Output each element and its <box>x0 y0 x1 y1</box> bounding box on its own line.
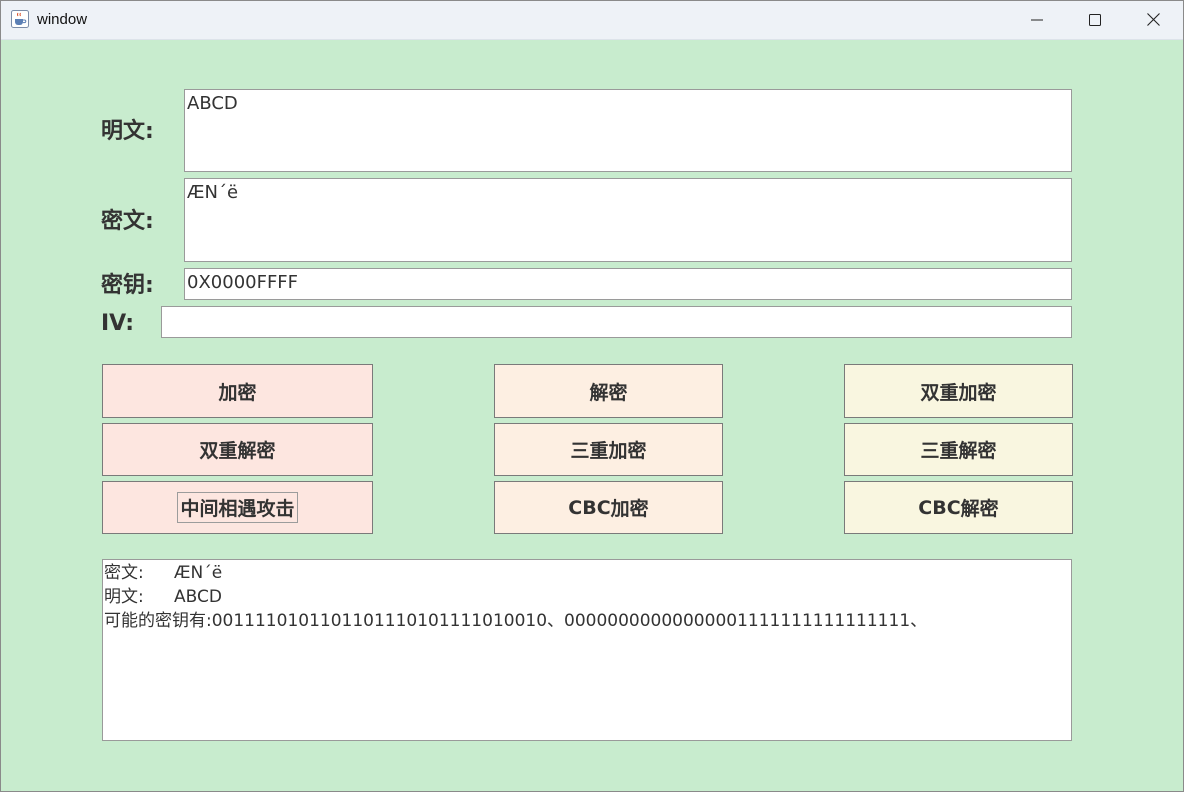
iv-field[interactable] <box>161 306 1072 338</box>
triple-decrypt-button-label: 三重解密 <box>920 440 997 462</box>
output-ciphertext-value: ÆN´ë <box>174 563 223 583</box>
app-window: window 明文: ABCD 密文: ÆN´ë 密钥: 0X0000FFFF … <box>0 0 1184 792</box>
output-area[interactable]: 密文: ÆN´ë 明文: ABCD 可能的密钥有:00111101011011011… <box>102 559 1072 741</box>
minimize-icon <box>1031 11 1043 30</box>
double-encrypt-button[interactable]: 双重加密 <box>844 364 1073 418</box>
cbc-decrypt-suffix: 解密 <box>960 498 999 520</box>
key-label: 密钥: <box>101 273 154 298</box>
triple-encrypt-button-label: 三重加密 <box>570 440 647 462</box>
cbc-decrypt-prefix: CBC <box>918 496 961 519</box>
output-line-ciphertext: 密文: ÆN´ë <box>104 561 1070 585</box>
triple-decrypt-button[interactable]: 三重解密 <box>844 423 1073 476</box>
cbc-encrypt-suffix: 加密 <box>610 498 649 520</box>
close-icon <box>1146 11 1160 30</box>
output-plaintext-key: 明文: <box>104 587 144 607</box>
ciphertext-field[interactable]: ÆN´ë <box>184 178 1072 262</box>
output-line-keys: 可能的密钥有:0011110101101101110101111010010、0… <box>104 611 928 631</box>
close-button[interactable] <box>1124 1 1182 39</box>
encrypt-button-label: 加密 <box>218 381 257 404</box>
maximize-button[interactable] <box>1066 1 1124 39</box>
output-plaintext-value: ABCD <box>174 587 222 607</box>
double-encrypt-button-label: 双重加密 <box>920 381 997 404</box>
title-bar[interactable]: window <box>1 1 1183 40</box>
output-ciphertext-key: 密文: <box>104 563 144 583</box>
cbc-encrypt-prefix: CBC <box>568 496 611 519</box>
window-title: window <box>37 11 88 28</box>
iv-label: IV: <box>101 311 135 336</box>
ciphertext-label: 密文: <box>101 209 154 234</box>
cbc-encrypt-button[interactable]: CBC 加密 <box>494 481 723 534</box>
cbc-decrypt-button[interactable]: CBC 解密 <box>844 481 1073 534</box>
encrypt-button[interactable]: 加密 <box>102 364 373 418</box>
plaintext-label: 明文: <box>101 119 154 144</box>
decrypt-button-label: 解密 <box>589 381 628 404</box>
key-field[interactable]: 0X0000FFFF <box>184 268 1072 300</box>
output-line-plaintext: 明文: ABCD <box>104 585 1070 609</box>
mitm-attack-button[interactable]: 中间相遇攻击 <box>102 481 373 534</box>
plaintext-field[interactable]: ABCD <box>184 89 1072 172</box>
decrypt-button[interactable]: 解密 <box>494 364 723 418</box>
java-cup-icon <box>11 10 29 28</box>
double-decrypt-button[interactable]: 双重解密 <box>102 423 373 476</box>
mitm-attack-button-label: 中间相遇攻击 <box>177 492 298 523</box>
double-decrypt-button-label: 双重解密 <box>199 440 276 462</box>
triple-encrypt-button[interactable]: 三重加密 <box>494 423 723 476</box>
minimize-button[interactable] <box>1008 1 1066 39</box>
maximize-icon <box>1089 11 1101 30</box>
